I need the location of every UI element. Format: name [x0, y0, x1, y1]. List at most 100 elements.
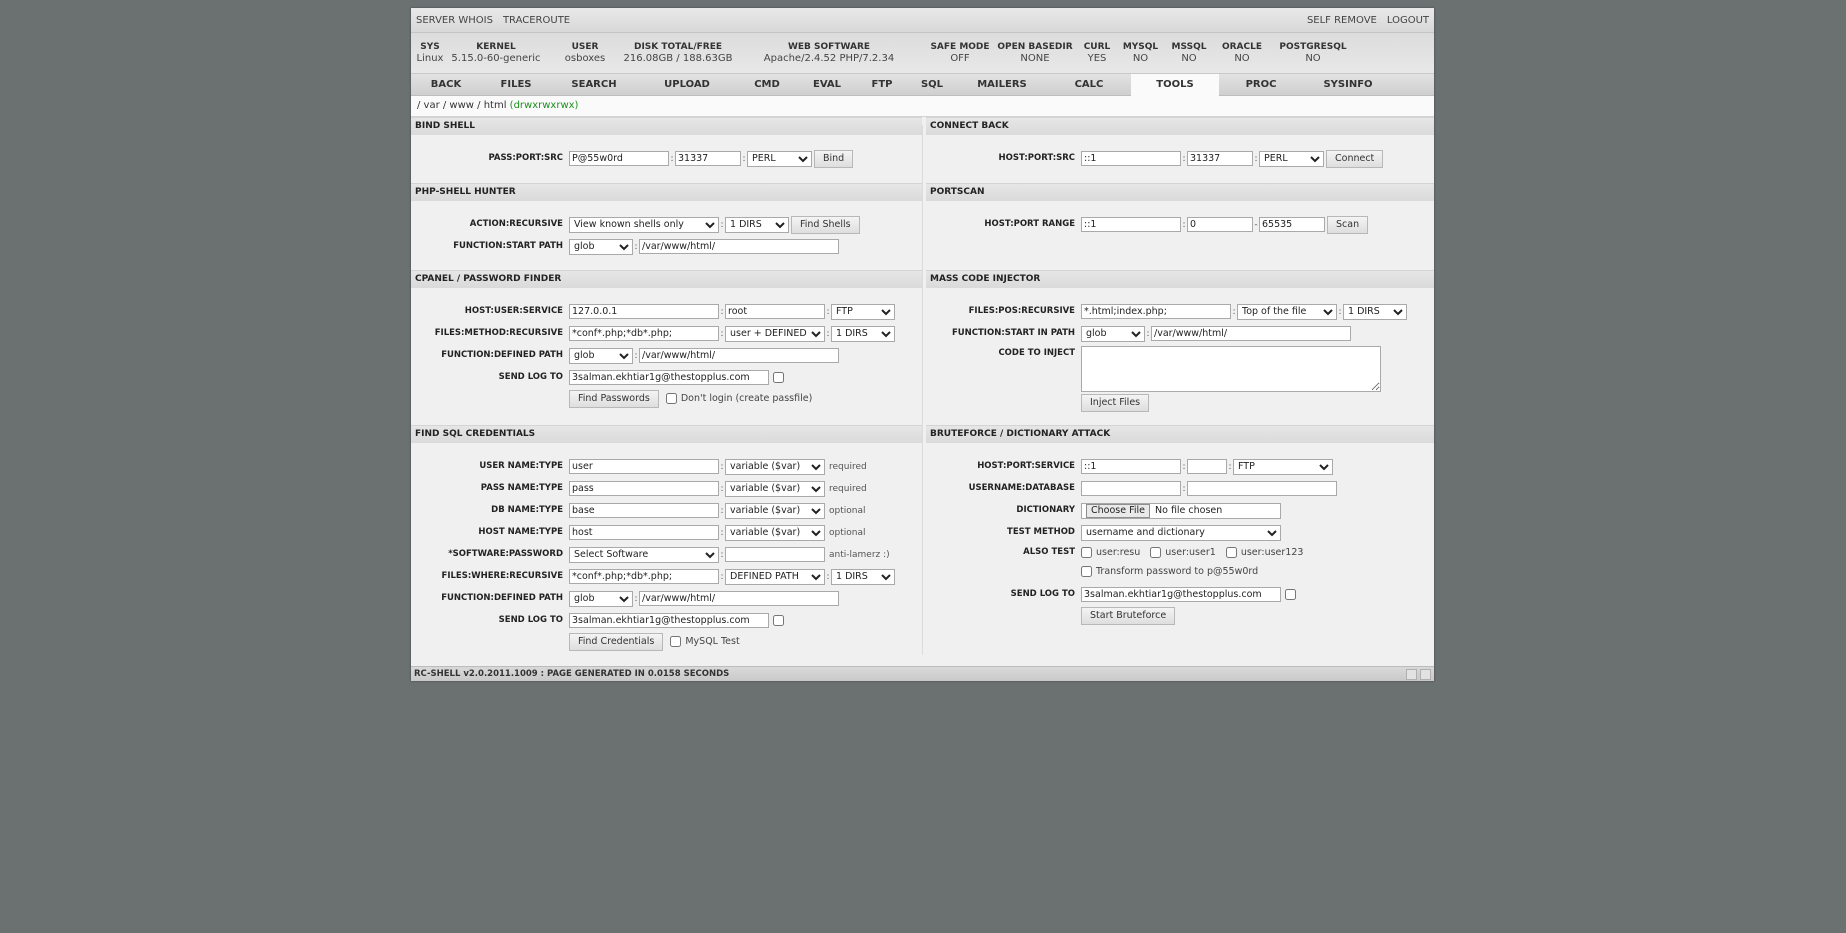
brute-port-input[interactable] — [1187, 459, 1227, 474]
connect-button[interactable]: Connect — [1326, 149, 1384, 168]
portscan-to-input[interactable] — [1259, 217, 1325, 232]
sql-user-input[interactable] — [569, 459, 719, 474]
cpanel-user-input[interactable] — [725, 304, 825, 319]
tab-tools[interactable]: TOOLS — [1131, 73, 1219, 96]
self-remove-link[interactable]: SELF REMOVE — [1307, 15, 1377, 26]
sql-where-select[interactable]: DEFINED PATH — [725, 568, 825, 585]
also-test-user1-checkbox[interactable] — [1150, 547, 1162, 558]
also-test-resu-checkbox[interactable] — [1081, 547, 1092, 558]
cpanel-log-input[interactable] — [569, 370, 769, 385]
traceroute-link[interactable]: TRACEROUTE — [503, 15, 570, 26]
brute-database-input[interactable] — [1187, 481, 1337, 496]
tab-sysinfo[interactable]: SYSINFO — [1303, 74, 1393, 95]
connect-src-select[interactable]: PERL — [1259, 150, 1324, 167]
cpanel-path-input[interactable] — [639, 348, 839, 363]
hunter-function-select[interactable]: glob — [569, 238, 633, 255]
tab-search[interactable]: SEARCH — [551, 74, 637, 95]
tab-cmd[interactable]: CMD — [737, 74, 797, 95]
brute-log-label: SEND LOG TO — [1010, 589, 1075, 599]
hunter-recursive-select[interactable]: 1 DIRS — [725, 216, 789, 233]
cpanel-files-input[interactable] — [569, 326, 719, 341]
tab-eval[interactable]: EVAL — [797, 74, 857, 95]
cpanel-host-input[interactable] — [569, 304, 719, 319]
bind-src-select[interactable]: PERL — [747, 150, 812, 167]
mass-pos-select[interactable]: Top of the file — [1237, 303, 1337, 320]
cpanel-method-select[interactable]: user + DEFINED — [725, 325, 825, 342]
tab-proc[interactable]: PROC — [1219, 74, 1303, 95]
inject-files-button[interactable]: Inject Files — [1081, 393, 1150, 412]
tab-mailers[interactable]: MAILERS — [957, 74, 1047, 95]
sql-password-input[interactable] — [725, 547, 825, 562]
mysql-test-checkbox[interactable] — [670, 636, 682, 647]
sql-db-type-select[interactable]: variable ($var) — [725, 502, 825, 519]
tab-ftp[interactable]: FTP — [857, 74, 907, 95]
bind-port-input[interactable] — [675, 151, 741, 166]
also-test-user123-label: user:user123 — [1240, 547, 1304, 558]
sql-db-input[interactable] — [569, 503, 719, 518]
brute-method-select[interactable]: username and dictionary — [1081, 524, 1281, 541]
sql-pass-type-select[interactable]: variable ($var) — [725, 480, 825, 497]
sql-recursive-select[interactable]: 1 DIRS — [831, 568, 895, 585]
sql-log-input[interactable] — [569, 613, 769, 628]
info-curl: CURL YES — [1083, 42, 1111, 64]
sql-pass-input[interactable] — [569, 481, 719, 496]
sql-user-type-select[interactable]: variable ($var) — [725, 458, 825, 475]
brute-log-checkbox[interactable] — [1285, 589, 1296, 600]
dictionary-file-input[interactable]: Choose File No file chosen — [1081, 502, 1281, 519]
start-bruteforce-button[interactable]: Start Bruteforce — [1081, 606, 1176, 625]
tab-upload[interactable]: UPLOAD — [637, 74, 737, 95]
portscan-label: HOST:PORT RANGE — [984, 219, 1075, 229]
tab-back[interactable]: BACK — [411, 74, 481, 95]
brute-username-input[interactable] — [1081, 481, 1181, 496]
sql-function-label: FUNCTION:DEFINED PATH — [441, 593, 563, 603]
brute-host-input[interactable] — [1081, 459, 1181, 474]
connect-port-input[interactable] — [1187, 151, 1253, 166]
path-text[interactable]: / var / www / html — [417, 100, 506, 111]
find-credentials-button[interactable]: Find Credentials — [569, 632, 664, 651]
footer: RC-SHELL v2.0.2011.1009 : PAGE GENERATED… — [411, 666, 1434, 681]
brute-dictionary-label: DICTIONARY — [1016, 505, 1075, 515]
cpanel-log-checkbox[interactable] — [773, 372, 784, 383]
sql-log-checkbox[interactable] — [773, 615, 784, 626]
logout-link[interactable]: LOGOUT — [1387, 15, 1429, 26]
transform-password-checkbox[interactable] — [1081, 566, 1092, 577]
hunter-path-input[interactable] — [639, 239, 839, 254]
sql-path-input[interactable] — [639, 591, 839, 606]
portscan-host-input[interactable] — [1081, 217, 1181, 232]
portscan-from-input[interactable] — [1187, 217, 1253, 232]
mass-recursive-select[interactable]: 1 DIRS — [1343, 303, 1407, 320]
find-shells-button[interactable]: Find Shells — [791, 215, 860, 234]
footer-box-icon[interactable] — [1420, 669, 1431, 680]
connect-host-input[interactable] — [1081, 151, 1181, 166]
brute-log-input[interactable] — [1081, 587, 1281, 602]
find-passwords-button[interactable]: Find Passwords — [569, 389, 659, 408]
cpanel-recursive-select[interactable]: 1 DIRS — [831, 325, 895, 342]
sql-files-input[interactable] — [569, 569, 719, 584]
footer-box-icon[interactable] — [1406, 669, 1417, 680]
mass-function-select[interactable]: glob — [1081, 325, 1145, 342]
sql-host-input[interactable] — [569, 525, 719, 540]
brute-service-select[interactable]: FTP — [1233, 458, 1333, 475]
dont-login-checkbox[interactable] — [665, 393, 677, 404]
server-whois-link[interactable]: SERVER WHOIS — [416, 15, 493, 26]
scan-button[interactable]: Scan — [1327, 215, 1369, 234]
tab-sql[interactable]: SQL — [907, 74, 957, 95]
cpanel-function-select[interactable]: glob — [569, 347, 633, 364]
code-to-inject-textarea[interactable] — [1081, 346, 1381, 392]
sql-host-type-select[interactable]: variable ($var) — [725, 524, 825, 541]
bind-button[interactable]: Bind — [814, 149, 854, 168]
sql-log-label: SEND LOG TO — [498, 615, 563, 625]
hunter-action-select[interactable]: View known shells only — [569, 216, 719, 233]
sql-function-select[interactable]: glob — [569, 590, 633, 607]
mass-path-input[interactable] — [1151, 326, 1351, 341]
top-bar: SERVER WHOIS TRACEROUTE SELF REMOVE LOGO… — [411, 8, 1434, 33]
tab-calc[interactable]: CALC — [1047, 74, 1131, 95]
cpanel-service-select[interactable]: FTP — [831, 303, 895, 320]
also-test-user123-checkbox[interactable] — [1225, 547, 1237, 558]
mass-files-input[interactable] — [1081, 304, 1231, 319]
bind-pass-input[interactable] — [569, 151, 669, 166]
tab-files[interactable]: FILES — [481, 74, 551, 95]
sql-software-select[interactable]: Select Software — [569, 546, 719, 563]
mass-files-label: FILES:POS:RECURSIVE — [968, 306, 1075, 316]
choose-file-button[interactable]: Choose File — [1086, 503, 1150, 518]
